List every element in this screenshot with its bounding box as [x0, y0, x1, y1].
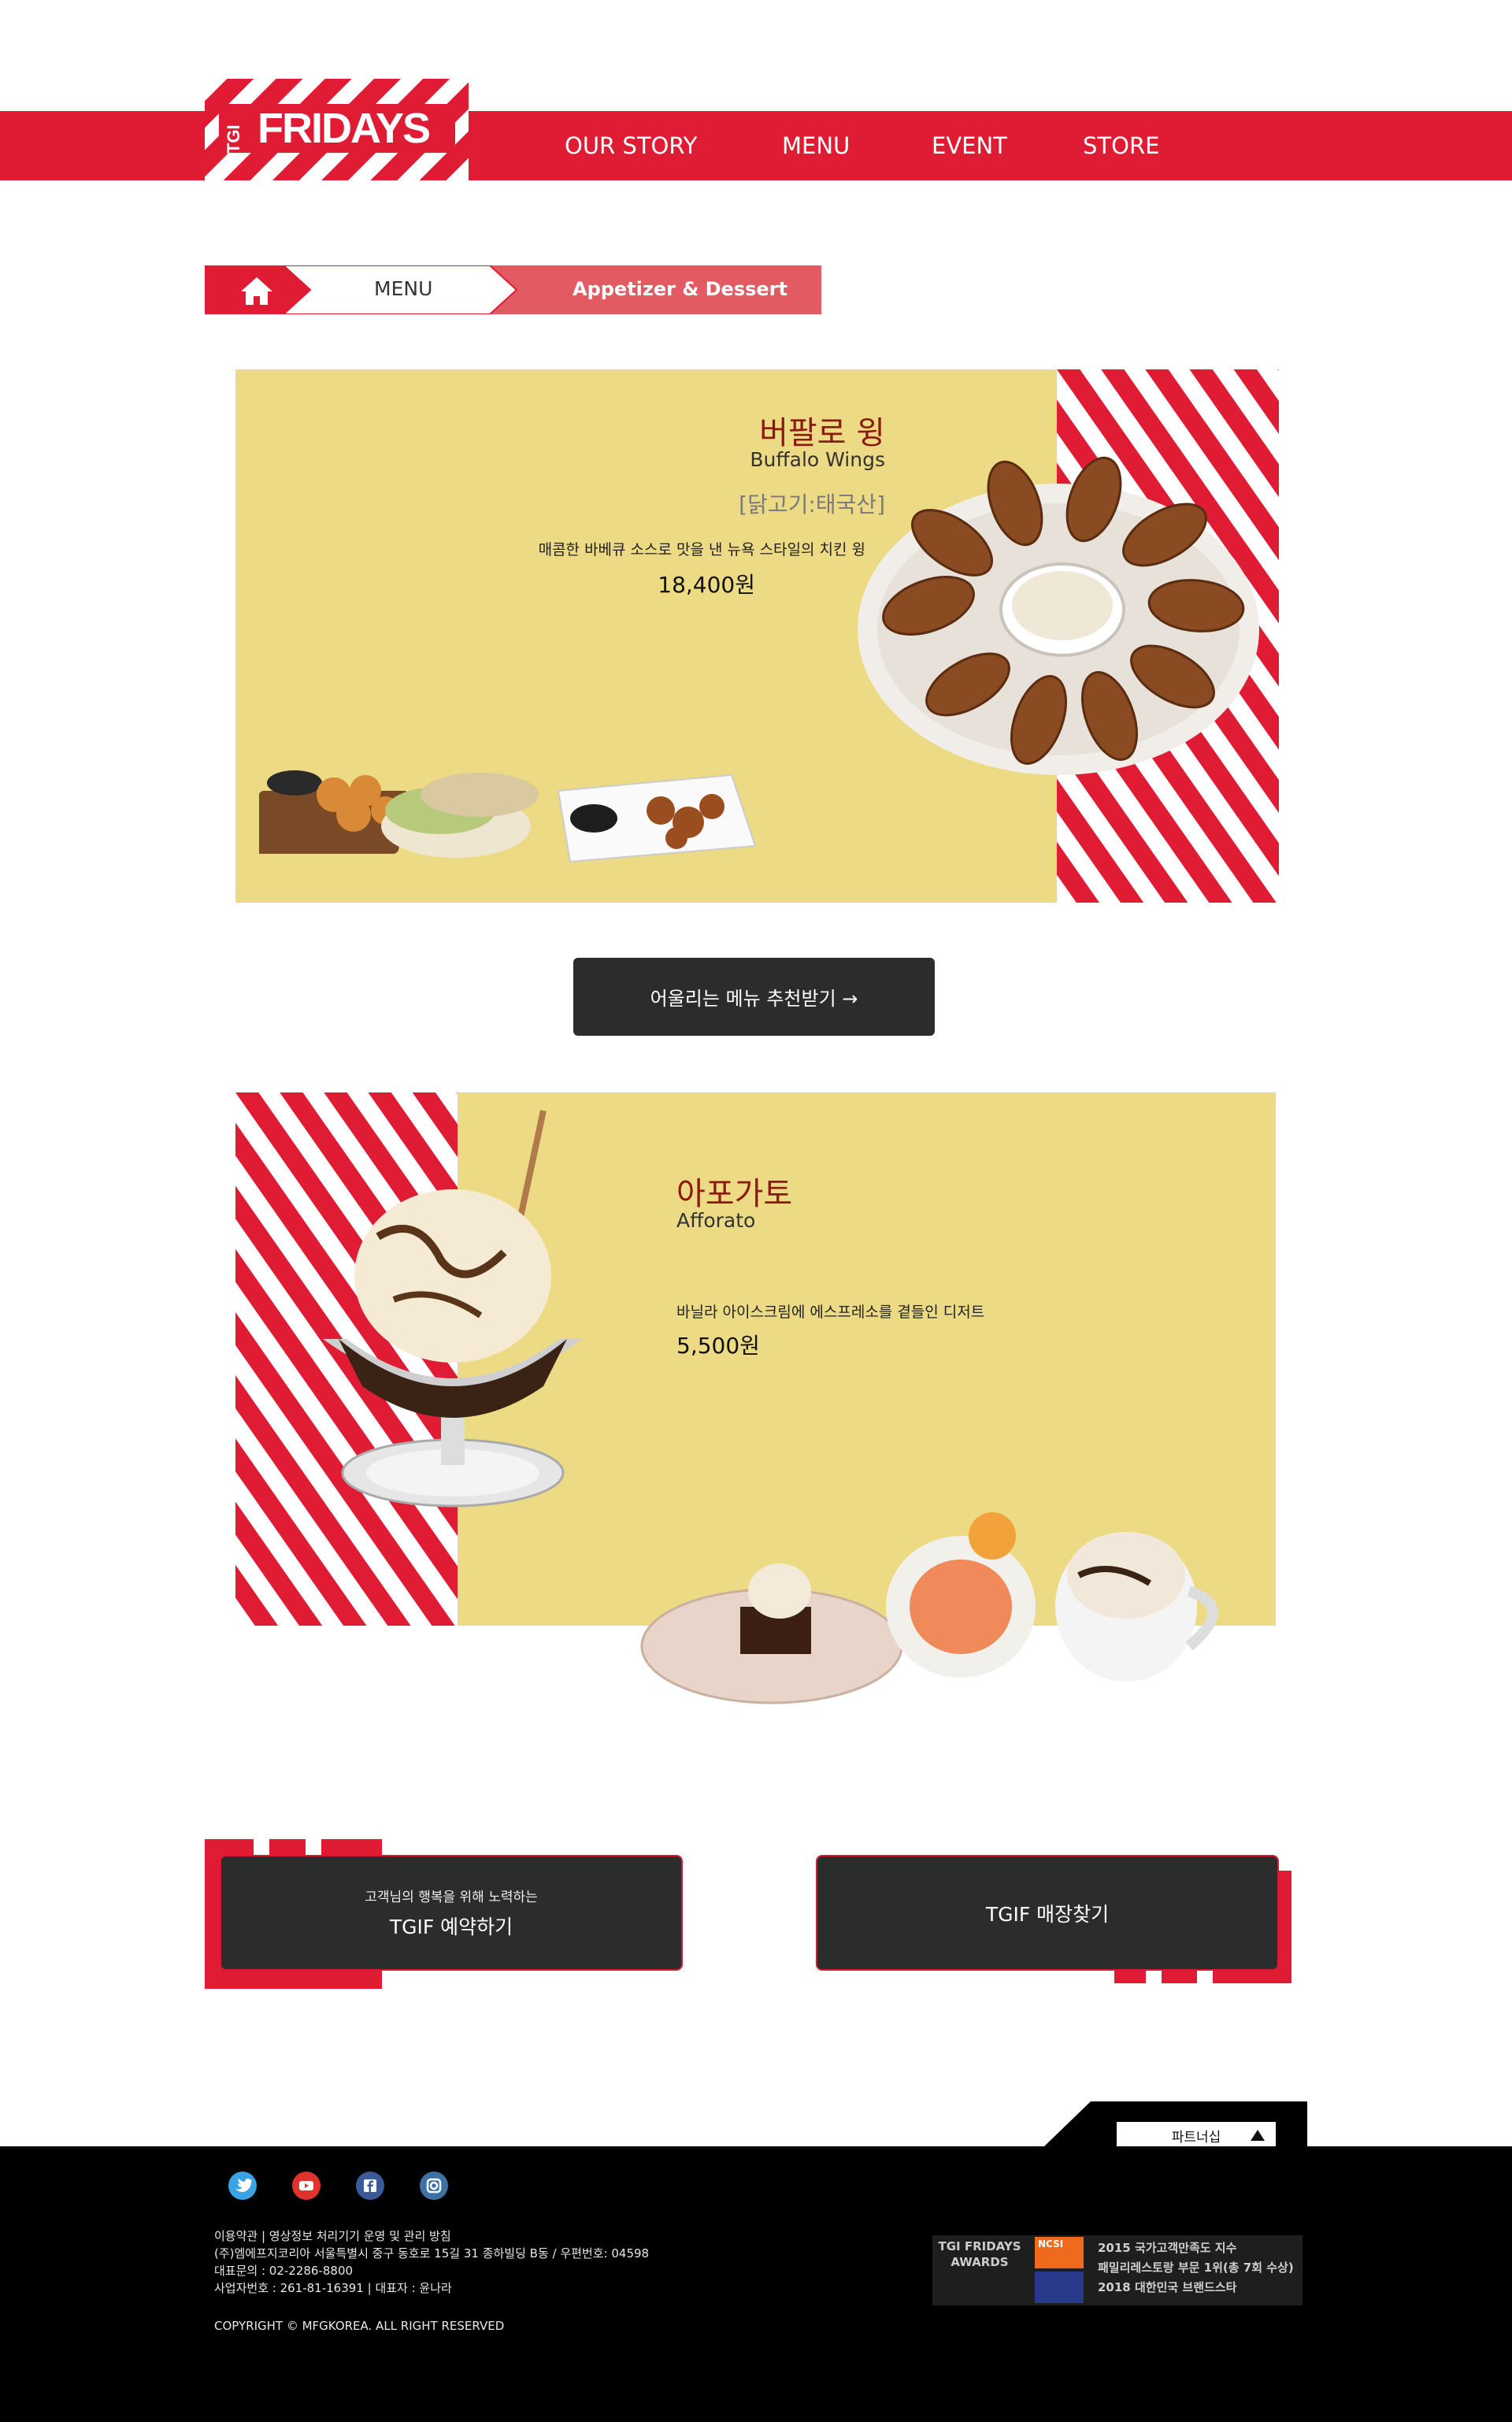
- item-description: 매콤한 바베큐 소스로 맛을 낸 뉴욕 스타일의 치킨 윙: [538, 541, 865, 558]
- item-title-ko: 버팔로 윙: [759, 415, 885, 451]
- twitter-icon[interactable]: [228, 2172, 257, 2200]
- item-description: 바닐라 아이스크림에 에스프레소를 곁들인 디저트: [676, 1304, 985, 1321]
- footer-links[interactable]: 이용약관 | 영상정보 처리기기 운영 및 관리 방침: [214, 2227, 649, 2245]
- breadcrumb: MENU Appetizer & Dessert: [205, 265, 821, 314]
- tgi-fridays-logo[interactable]: TGI FRIDAYS: [205, 79, 469, 180]
- store-finder-button[interactable]: TGIF 매장찾기: [816, 1855, 1279, 1971]
- footer-copyright: COPYRIGHT © MFGKOREA. ALL RIGHT RESERVED: [214, 2319, 505, 2333]
- breadcrumb-current: Appetizer & Dessert: [573, 278, 788, 300]
- breadcrumb-menu[interactable]: MENU: [374, 277, 432, 300]
- nav-event[interactable]: EVENT: [932, 132, 1007, 159]
- item-price: 5,500원: [676, 1333, 760, 1359]
- partnership-label: 파트너십: [1171, 2129, 1221, 2146]
- footer: 이용약관 | 영상정보 처리기기 운영 및 관리 방침 (주)엠에프지코리아 서…: [0, 2146, 1512, 2422]
- store-finder-label: TGIF 매장찾기: [985, 1902, 1110, 1926]
- brandstar-badge: [1035, 2272, 1084, 2303]
- recommend-menu-button[interactable]: 어울리는 메뉴 추천받기 →: [573, 958, 935, 1036]
- nav-store[interactable]: STORE: [1083, 132, 1159, 159]
- partnership-dropdown[interactable]: 파트너십: [1117, 2122, 1276, 2149]
- nav-menu[interactable]: MENU: [782, 132, 850, 159]
- caret-up-icon: [1251, 2129, 1265, 2145]
- footer-address: (주)엠에프지코리아 서울특별시 중구 동호로 15길 31 종하빌딩 B동 /…: [214, 2246, 650, 2261]
- appetizer-collage-image: [259, 770, 757, 863]
- item-title-en: Buffalo Wings: [750, 448, 885, 471]
- affogato-image: [323, 1110, 583, 1508]
- item-origin: [닭고기:태국산]: [739, 491, 885, 517]
- awards-banner: TGI FRIDAYS AWARDS NCSI 2015 국가고객만족도 지수 …: [932, 2235, 1303, 2305]
- logo-tgi: TGI: [224, 124, 243, 154]
- home-icon[interactable]: [239, 275, 274, 306]
- award-line-1: 2015 국가고객만족도 지수: [1098, 2241, 1237, 2255]
- ncsi-badge: NCSI: [1035, 2237, 1084, 2268]
- item-price: 18,400원: [658, 572, 755, 598]
- reserve-label: TGIF 예약하기: [389, 1916, 513, 1938]
- menu-card-buffalo-wings: 버팔로 윙 Buffalo Wings [닭고기:태국산] 매콤한 바베큐 소스…: [235, 369, 1279, 903]
- reserve-subtext: 고객님의 행복을 위해 노력하는: [365, 1890, 538, 1905]
- award-line-3: 2018 대한민국 브랜드스타: [1098, 2280, 1237, 2294]
- item-title-ko: 아포가토: [676, 1176, 793, 1212]
- awards-heading-1: TGI FRIDAYS: [938, 2239, 1021, 2253]
- award-line-2: 패밀리레스토랑 부문 1위(총 7회 수상): [1098, 2261, 1294, 2275]
- nav-our-story[interactable]: OUR STORY: [565, 132, 697, 159]
- footer-phone: 대표문의 : 02-2286-8800: [214, 2264, 354, 2278]
- reserve-button[interactable]: 고객님의 행복을 위해 노력하는 TGIF 예약하기: [220, 1855, 683, 1971]
- buffalo-wings-image: [858, 456, 1259, 775]
- dessert-collage-image: [640, 1512, 1218, 1704]
- instagram-icon[interactable]: [420, 2172, 448, 2200]
- item-title-en: Afforato: [676, 1209, 756, 1232]
- footer-business-no: 사업자번호 : 261-81-16391 | 대표자 : 윤나라: [214, 2281, 452, 2295]
- logo-wordmark: FRIDAYS: [258, 105, 431, 152]
- youtube-icon[interactable]: [292, 2172, 321, 2200]
- facebook-icon[interactable]: [356, 2172, 384, 2200]
- footer-info: 이용약관 | 영상정보 처리기기 운영 및 관리 방침 (주)엠에프지코리아 서…: [214, 2227, 649, 2297]
- awards-heading-2: AWARDS: [951, 2255, 1009, 2269]
